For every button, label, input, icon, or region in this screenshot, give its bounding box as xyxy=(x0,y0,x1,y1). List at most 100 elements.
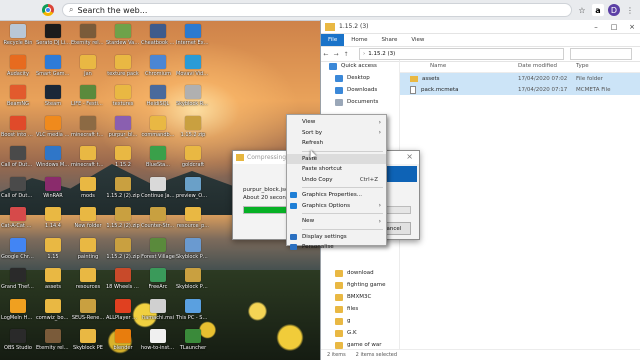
desktop-icon[interactable]: Eternity release xyxy=(71,24,105,46)
sidebar-folder-item[interactable]: G.K xyxy=(321,327,399,339)
desktop-icon[interactable]: texture pack xyxy=(106,54,140,77)
desktop-icon[interactable]: comwiz_boo... xyxy=(36,298,70,321)
menu-icon[interactable]: ⋮ xyxy=(624,4,636,16)
desktop-icon[interactable]: 1.15.2 (2).zip xyxy=(106,237,140,260)
tab-share[interactable]: Share xyxy=(374,34,404,46)
up-arrow-icon[interactable]: ↑ xyxy=(341,51,351,58)
desktop-icon[interactable]: Windows Media Player xyxy=(36,146,70,168)
desktop-icon[interactable]: New folder xyxy=(71,207,105,229)
desktop-icon[interactable]: 18 Wheels of Steel Haulin xyxy=(106,268,140,290)
desktop-icon[interactable]: Cat-A-Cat Games xyxy=(1,207,35,229)
desktop-icon[interactable]: minecraft texture xyxy=(71,146,105,168)
desktop-icon[interactable]: Stardew Valle... xyxy=(106,24,140,46)
menu-item[interactable]: Graphics Options › xyxy=(287,201,386,212)
menu-item[interactable]: Undo Copy Ctrl+Z xyxy=(287,175,386,186)
explorer-search-input[interactable] xyxy=(570,48,632,60)
menu-item[interactable]: Graphics Properties... xyxy=(287,190,386,201)
desktop-icon[interactable]: Grand Theft Auto IV xyxy=(1,268,35,290)
desktop-icon[interactable]: Counter-Str... WaRZOnE xyxy=(141,207,175,229)
desktop-icon[interactable]: blender xyxy=(106,329,140,351)
desktop-icon[interactable]: BeamNG xyxy=(1,85,35,107)
chrome-logo-icon[interactable] xyxy=(42,4,54,16)
menu-item[interactable]: Personalise xyxy=(287,242,386,253)
file-row[interactable]: assets 17/04/2020 07:02 File folder xyxy=(400,73,640,84)
desktop-icon[interactable]: Chromium xyxy=(141,54,175,77)
close-icon[interactable]: × xyxy=(406,152,413,161)
forward-arrow-icon[interactable]: → xyxy=(331,51,341,58)
sidebar-item-desktop[interactable]: Desktop xyxy=(321,72,399,84)
desktop-icon[interactable]: Recycle Bin xyxy=(1,24,35,46)
sidebar-item-downloads[interactable]: Downloads xyxy=(321,84,399,96)
desktop-icon[interactable]: Audacity xyxy=(1,54,35,77)
desktop-icon[interactable]: commandb... xyxy=(141,115,175,138)
desktop-icon[interactable]: resources xyxy=(71,268,105,290)
desktop-icon[interactable]: purpur_bl... xyxy=(106,115,140,138)
desktop-icon[interactable]: Cheatbook Database... xyxy=(141,24,175,46)
desktop-icon[interactable]: Google Chrome xyxy=(1,237,35,260)
desktop-icon[interactable]: resource_p... xyxy=(176,207,210,229)
desktop-icon[interactable]: 1.15.2 (2).zip xyxy=(106,207,140,229)
tab-view[interactable]: View xyxy=(404,34,431,46)
back-arrow-icon[interactable]: ← xyxy=(321,51,331,58)
sidebar-folder-item[interactable]: files xyxy=(321,303,399,315)
desktop-icon[interactable]: painting xyxy=(71,237,105,260)
menu-item[interactable]: Sort by › xyxy=(287,128,386,139)
file-row[interactable]: pack.mcmeta 17/04/2020 07:17 MCMETA File xyxy=(400,84,640,95)
desktop-icon[interactable]: SEUS-Rene... xyxy=(71,298,105,321)
desktop-icon[interactable]: Jan xyxy=(71,54,105,77)
sidebar-item-quick-access[interactable]: Quick access xyxy=(321,60,399,72)
column-name[interactable]: Name xyxy=(400,63,518,69)
desktop-icon[interactable]: 1.14.4 xyxy=(36,207,70,229)
desktop-icon[interactable]: Internet Explorer xyxy=(176,24,210,46)
desktop-icon[interactable]: FreeArc xyxy=(141,268,175,290)
desktop-icon[interactable]: This PC - Shortcut xyxy=(176,298,210,321)
close-button[interactable]: × xyxy=(623,23,640,31)
desktop-icon[interactable]: Movavi Video Edit... xyxy=(176,54,210,77)
search-input[interactable]: ⌕ Search the web... xyxy=(62,3,572,17)
desktop-icon[interactable]: Skyblock PE.zip xyxy=(176,268,210,290)
desktop-icon[interactable]: Serato DJ Li... xyxy=(36,24,70,46)
address-bar[interactable]: › 1.15.2 (3) xyxy=(359,48,564,60)
menu-item[interactable]: Refresh xyxy=(287,138,386,149)
menu-item[interactable]: Display settings xyxy=(287,232,386,243)
desktop-icon[interactable]: hamachi.msi xyxy=(141,298,175,321)
desktop-icon[interactable]: Continue Java Instruct... xyxy=(141,176,175,199)
desktop-icon[interactable]: goldcraft xyxy=(176,146,210,168)
desktop-icon[interactable]: LIFE - Festival Forest Village xyxy=(71,85,105,107)
desktop-icon[interactable]: textures xyxy=(106,85,140,107)
sidebar-folder-item[interactable]: g xyxy=(321,315,399,327)
desktop-icon[interactable]: Call of Duty(R) 2... xyxy=(1,176,35,199)
desktop-icon[interactable]: Skyblock PE... xyxy=(176,237,210,260)
menu-item[interactable]: View › xyxy=(287,117,386,128)
minimize-button[interactable]: – xyxy=(587,23,605,31)
tab-file[interactable]: File xyxy=(321,34,345,46)
sidebar-folder-item[interactable]: fighting game xyxy=(321,279,399,291)
desktop-icon[interactable]: WinRAR xyxy=(36,176,70,199)
desktop-icon[interactable]: minecraft texture... xyxy=(71,115,105,138)
desktop-icon[interactable]: Call of Duty(R) 2... xyxy=(1,146,35,168)
desktop-icon[interactable]: how-to-install skyblock.txt xyxy=(141,329,175,351)
sidebar-folder-item[interactable]: download xyxy=(321,267,399,279)
sidebar-item-documents[interactable]: Documents xyxy=(321,96,399,108)
maximize-button[interactable]: □ xyxy=(605,23,623,31)
desktop-icon[interactable]: Forest Village xyxy=(141,237,175,260)
sidebar-folder-item[interactable]: BMXM3C xyxy=(321,291,399,303)
column-type[interactable]: Type xyxy=(576,63,636,69)
tab-home[interactable]: Home xyxy=(344,34,374,46)
desktop-icon[interactable]: Steam xyxy=(36,85,70,107)
desktop-icon[interactable]: 1.15.2 zip xyxy=(176,115,210,138)
desktop-icon[interactable]: Eternity release xyxy=(36,329,70,351)
menu-item[interactable]: New › xyxy=(287,216,386,227)
desktop-icon[interactable]: HeidiSQL xyxy=(141,85,175,107)
desktop-icon[interactable]: BlueSta... xyxy=(141,146,175,168)
desktop-icon[interactable]: mods xyxy=(71,176,105,199)
desktop-icon[interactable]: LogMeIn Hamachi xyxy=(1,298,35,321)
desktop-icon[interactable]: 1.15 xyxy=(36,237,70,260)
desktop-icon[interactable]: Skyblock Resourc... xyxy=(176,85,210,107)
desktop-icon[interactable]: ALLPlayer V4.2 xyxy=(106,298,140,321)
desktop-icon[interactable]: TLauncher xyxy=(176,329,210,351)
desktop-icon[interactable]: 1.15.2 xyxy=(106,146,140,168)
profile-avatar-icon[interactable]: D xyxy=(608,4,620,16)
menu-item[interactable]: Paste shortcut xyxy=(287,164,386,175)
amazon-icon[interactable]: a xyxy=(592,4,604,16)
